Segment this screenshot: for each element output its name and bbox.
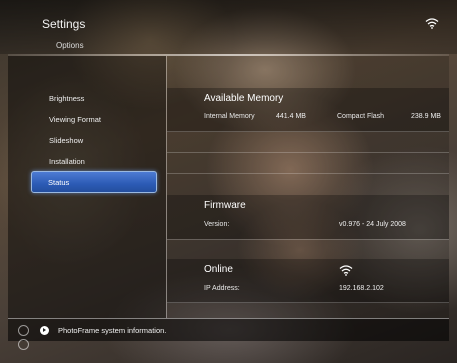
menu-item-brightness[interactable]: Brightness: [49, 94, 84, 103]
play-icon: [40, 326, 49, 335]
wifi-icon: [339, 265, 353, 276]
row-divider: [167, 152, 449, 153]
row-divider: [167, 131, 449, 132]
wifi-icon: [425, 18, 439, 29]
memory-section-title: Available Memory: [204, 93, 284, 104]
internal-memory-value: 441.4 MB: [276, 113, 306, 120]
online-section-title: Online: [204, 264, 233, 275]
firmware-section-title: Firmware: [204, 200, 246, 211]
internal-memory-label: Internal Memory: [204, 113, 255, 120]
ip-address-label: IP Address:: [204, 285, 240, 292]
nav-circle-icon: [18, 339, 29, 350]
menu-item-viewing-format[interactable]: Viewing Format: [49, 115, 101, 124]
page-subtitle: Options: [56, 41, 84, 50]
menu-item-installation[interactable]: Installation: [49, 157, 85, 166]
nav-circle-icon: [18, 325, 29, 336]
help-text: PhotoFrame system information.: [58, 326, 167, 335]
page-title: Settings: [42, 17, 86, 31]
menu-item-status[interactable]: Status: [31, 171, 157, 193]
firmware-version-value: v0.976 - 24 July 2008: [339, 221, 406, 228]
row-divider: [167, 173, 449, 174]
firmware-version-label: Version:: [204, 221, 230, 228]
ip-address-value: 192.168.2.102: [339, 285, 384, 292]
menu-item-status-label: Status: [48, 178, 70, 187]
row-divider: [167, 302, 449, 303]
compact-flash-label: Compact Flash: [337, 113, 385, 120]
menu-item-slideshow[interactable]: Slideshow: [49, 136, 83, 145]
row-divider: [167, 239, 449, 240]
compact-flash-value: 238.9 MB: [411, 113, 441, 120]
